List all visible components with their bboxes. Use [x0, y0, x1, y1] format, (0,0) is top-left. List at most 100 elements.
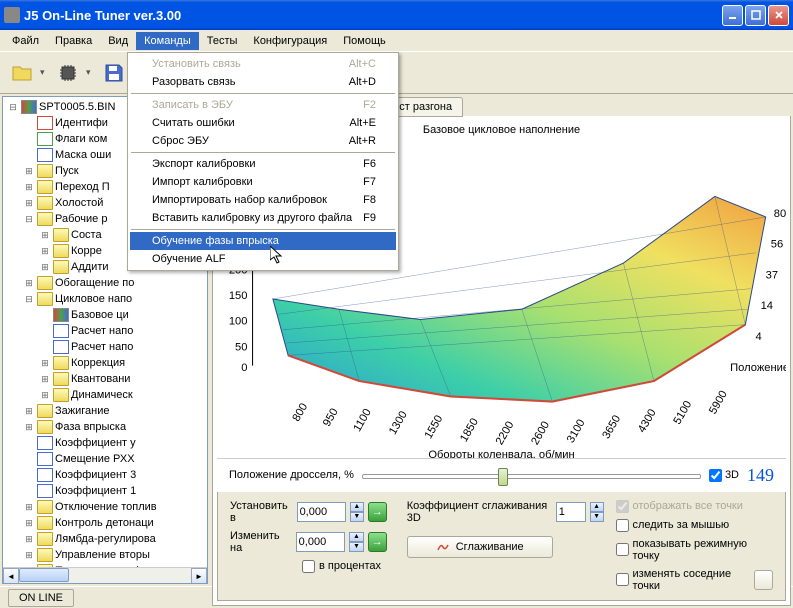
tree-node[interactable]: ⊞Отключение топлив [5, 499, 205, 515]
commands-menu: Установить связьAlt+CРазорвать связьAlt+… [127, 52, 399, 271]
svg-text:56: 56 [771, 239, 783, 251]
change-input[interactable]: 0,000 [296, 532, 346, 552]
tree-node[interactable]: ⊞Фаза впрыска [5, 419, 205, 435]
tree-node[interactable]: ⊟Цикловое напо [5, 291, 205, 307]
smooth-button[interactable]: Сглаживание [407, 536, 553, 558]
svg-text:1550: 1550 [423, 413, 446, 441]
window-title: J5 On-Line Tuner ver.3.00 [24, 8, 720, 23]
menu-item: Установить связьAlt+C [130, 55, 396, 73]
svg-text:4: 4 [756, 331, 762, 343]
save-button[interactable] [98, 57, 130, 89]
follow-mouse-checkbox[interactable]: следить за мышью [616, 519, 774, 532]
change-label: Изменить на [230, 530, 292, 554]
set-label: Установить в [230, 500, 293, 524]
open-dropdown-arrow[interactable]: ▾ [40, 67, 50, 78]
tree-node[interactable]: Коэффициент у [5, 435, 205, 451]
throttle-slider[interactable] [362, 465, 701, 485]
svg-text:3650: 3650 [600, 413, 623, 441]
app-icon [4, 7, 20, 23]
svg-text:5900: 5900 [707, 389, 730, 417]
tree-node[interactable]: Коэффициент 3 [5, 467, 205, 483]
menu-item[interactable]: Экспорт калибровкиF6 [130, 155, 396, 173]
tree-node[interactable]: Расчет напо [5, 339, 205, 355]
mode-point-checkbox[interactable]: показывать режимную точку [616, 538, 774, 562]
svg-text:37: 37 [766, 269, 778, 281]
menu-item[interactable]: Обучение фазы впрыска [130, 232, 396, 250]
menu-файл[interactable]: Файл [4, 32, 47, 50]
3d-value: 149 [747, 465, 774, 486]
svg-text:100: 100 [229, 316, 248, 328]
chip-button[interactable] [52, 57, 84, 89]
menu-item[interactable]: Вставить калибровку из другого файлаF9 [130, 209, 396, 227]
tree-node[interactable]: ⊞Контроль детонаци [5, 515, 205, 531]
change-go-button[interactable]: → [368, 532, 387, 552]
tree-node[interactable]: ⊞Динамическ [5, 387, 205, 403]
svg-text:1850: 1850 [458, 416, 481, 444]
tree-node[interactable]: Базовое ци [5, 307, 205, 323]
neighbor-config-button[interactable] [754, 570, 773, 590]
status-text: ON LINE [8, 589, 74, 607]
svg-text:14: 14 [761, 300, 773, 312]
scroll-thumb[interactable] [19, 568, 69, 582]
svg-text:0: 0 [241, 362, 247, 374]
menu-item[interactable]: Сброс ЭБУAlt+R [130, 132, 396, 150]
scroll-left-button[interactable]: ◄ [3, 568, 19, 584]
menu-вид[interactable]: Вид [100, 32, 136, 50]
titlebar: J5 On-Line Tuner ver.3.00 [0, 0, 793, 30]
plot-xlabel: Обороты коленвала, об/мин [428, 449, 574, 458]
menu-item[interactable]: Импорт калибровкиF7 [130, 173, 396, 191]
tree-node[interactable]: ⊞Лямбда-регулирова [5, 531, 205, 547]
tree-node[interactable]: Смещение РХХ [5, 451, 205, 467]
maximize-button[interactable] [745, 5, 766, 26]
menu-команды[interactable]: Команды [136, 32, 199, 50]
neighbor-checkbox[interactable]: изменять соседние точки [616, 568, 751, 592]
svg-text:800: 800 [291, 401, 311, 423]
slider-label: Положение дросселя, % [229, 469, 354, 481]
percent-checkbox[interactable]: в процентах [302, 560, 387, 573]
scroll-right-button[interactable]: ► [191, 568, 207, 584]
svg-text:1300: 1300 [387, 409, 410, 437]
svg-text:4300: 4300 [636, 407, 659, 435]
set-go-button[interactable]: → [368, 502, 387, 522]
menu-item[interactable]: Разорвать связьAlt+D [130, 73, 396, 91]
menu-item[interactable]: Считать ошибкиAlt+E [130, 114, 396, 132]
open-button[interactable] [6, 57, 38, 89]
tree-node[interactable]: Расчет напо [5, 323, 205, 339]
menu-правка[interactable]: Правка [47, 32, 100, 50]
tree-node[interactable]: ⊞Обогащение по [5, 275, 205, 291]
menu-конфигурация[interactable]: Конфигурация [245, 32, 335, 50]
smooth3d-input[interactable]: 1 [556, 502, 586, 522]
svg-text:2600: 2600 [529, 419, 552, 447]
tree-node[interactable]: ⊞Управление вторы [5, 547, 205, 563]
menu-item[interactable]: Импортировать набор калибровокF8 [130, 191, 396, 209]
set-input[interactable]: 0,000 [297, 502, 346, 522]
smooth3d-spinner[interactable]: ▲▼ [590, 502, 604, 522]
tree-node[interactable]: Коэффициент 1 [5, 483, 205, 499]
show-all-checkbox: отображать все точки [616, 500, 774, 513]
svg-text:80: 80 [774, 208, 786, 220]
smooth3d-label: Коэффициент сглаживания 3D [407, 500, 552, 524]
3d-checkbox[interactable]: 3D [709, 469, 739, 482]
menubar: ФайлПравкаВидКомандыТестыКонфигурацияПом… [0, 30, 793, 52]
tree-node[interactable]: ⊞Коррекция [5, 355, 205, 371]
tree-hscroll[interactable]: ◄ ► [3, 567, 207, 583]
chip-dropdown-arrow[interactable]: ▾ [86, 67, 96, 78]
minimize-button[interactable] [722, 5, 743, 26]
tree-node[interactable]: ⊞Квантовани [5, 371, 205, 387]
menu-помощь[interactable]: Помощь [335, 32, 394, 50]
svg-text:3100: 3100 [565, 417, 588, 445]
svg-text:1100: 1100 [351, 407, 373, 434]
set-spinner[interactable]: ▲▼ [350, 502, 364, 522]
tree-node[interactable]: ⊞Зажигание [5, 403, 205, 419]
svg-text:50: 50 [235, 341, 247, 353]
svg-text:5100: 5100 [672, 399, 695, 427]
close-button[interactable] [768, 5, 789, 26]
menu-тесты[interactable]: Тесты [199, 32, 246, 50]
change-spinner[interactable]: ▲▼ [349, 532, 363, 552]
menu-item: Записать в ЭБУF2 [130, 96, 396, 114]
svg-text:2200: 2200 [494, 419, 517, 447]
svg-text:950: 950 [321, 406, 341, 428]
svg-text:150: 150 [229, 290, 248, 302]
plot-ylabel: Положение дросселя [730, 362, 786, 374]
menu-item[interactable]: Обучение ALF [130, 250, 396, 268]
